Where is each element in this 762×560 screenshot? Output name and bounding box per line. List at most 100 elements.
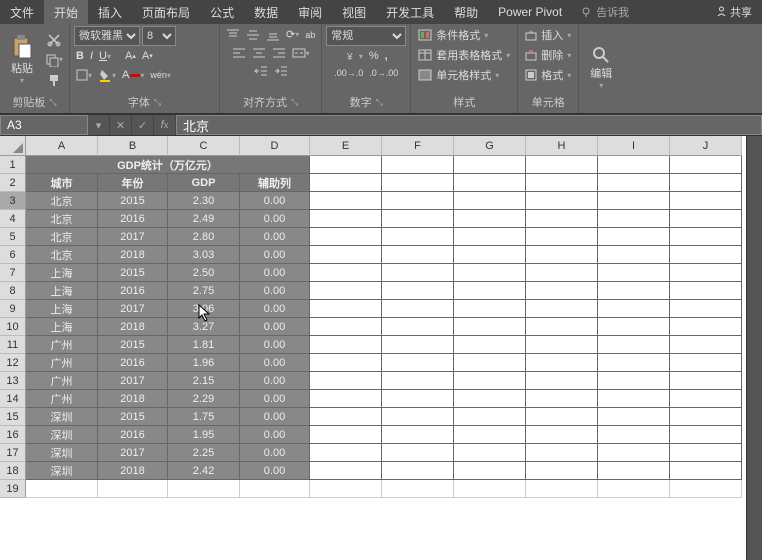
cell[interactable] [526, 444, 598, 462]
cell[interactable] [382, 282, 454, 300]
cell[interactable]: 1.75 [168, 408, 240, 426]
cell[interactable] [670, 300, 742, 318]
row-header-15[interactable]: 15 [0, 408, 26, 426]
cell[interactable] [454, 444, 526, 462]
cell[interactable] [310, 426, 382, 444]
cell[interactable] [670, 228, 742, 246]
row-header-16[interactable]: 16 [0, 426, 26, 444]
cell[interactable] [382, 390, 454, 408]
cell[interactable] [598, 174, 670, 192]
cell[interactable] [310, 156, 382, 174]
cell[interactable] [598, 354, 670, 372]
cell[interactable]: 2016 [98, 426, 168, 444]
cell[interactable]: 年份 [98, 174, 168, 192]
row-header-5[interactable]: 5 [0, 228, 26, 246]
row-header-10[interactable]: 10 [0, 318, 26, 336]
cell[interactable] [670, 354, 742, 372]
format-cells-button[interactable]: 格式▾ [522, 66, 574, 84]
col-header-D[interactable]: D [240, 136, 310, 156]
cell[interactable]: 0.00 [240, 264, 310, 282]
cell[interactable]: 0.00 [240, 390, 310, 408]
cell[interactable] [454, 300, 526, 318]
cell[interactable]: 北京 [26, 246, 98, 264]
cell[interactable] [310, 192, 382, 210]
align-left-button[interactable] [230, 45, 248, 61]
formula-input[interactable]: 北京 [176, 115, 762, 135]
cell[interactable] [526, 408, 598, 426]
cell[interactable] [526, 228, 598, 246]
cell[interactable] [382, 480, 454, 498]
cell[interactable] [670, 282, 742, 300]
cell[interactable]: 0.00 [240, 372, 310, 390]
copy-button[interactable]: ▾ [43, 51, 65, 69]
cell[interactable]: 2.42 [168, 462, 240, 480]
cell[interactable] [382, 300, 454, 318]
cell[interactable]: 北京 [26, 228, 98, 246]
cell[interactable] [526, 336, 598, 354]
row-header-18[interactable]: 18 [0, 462, 26, 480]
cell[interactable] [598, 282, 670, 300]
cell[interactable] [670, 480, 742, 498]
cell[interactable]: 0.00 [240, 462, 310, 480]
row-header-6[interactable]: 6 [0, 246, 26, 264]
cell[interactable] [526, 246, 598, 264]
cell[interactable] [310, 336, 382, 354]
cell[interactable] [670, 174, 742, 192]
tab-审阅[interactable]: 审阅 [288, 0, 332, 25]
cell[interactable] [454, 426, 526, 444]
tab-数据[interactable]: 数据 [244, 0, 288, 25]
cell[interactable] [240, 480, 310, 498]
cells-grid[interactable]: GDP统计（万亿元）城市年份GDP辅助列北京20152.300.00北京2016… [26, 156, 742, 498]
align-right-button[interactable] [270, 45, 288, 61]
cell[interactable] [598, 408, 670, 426]
cell[interactable] [454, 336, 526, 354]
cell[interactable]: 0.00 [240, 318, 310, 336]
cell-styles-button[interactable]: 单元格样式▾ [415, 66, 502, 84]
cell[interactable] [382, 372, 454, 390]
cell[interactable] [454, 192, 526, 210]
row-header-9[interactable]: 9 [0, 300, 26, 318]
row-header-1[interactable]: 1 [0, 156, 26, 174]
cell[interactable]: 0.00 [240, 444, 310, 462]
cell[interactable]: 0.00 [240, 354, 310, 372]
cell[interactable] [310, 228, 382, 246]
format-as-table-button[interactable]: 套用表格格式▾ [415, 46, 513, 64]
cell[interactable] [454, 228, 526, 246]
cell[interactable]: 城市 [26, 174, 98, 192]
cell[interactable]: 2015 [98, 192, 168, 210]
cell[interactable]: 上海 [26, 318, 98, 336]
fx-button[interactable]: fx [154, 115, 176, 135]
col-header-E[interactable]: E [310, 136, 382, 156]
cell[interactable] [310, 264, 382, 282]
phonetic-button[interactable]: wén▾ [148, 68, 173, 82]
cell[interactable] [454, 246, 526, 264]
cell[interactable]: 2017 [98, 300, 168, 318]
cell[interactable] [526, 318, 598, 336]
cell[interactable]: 2.29 [168, 390, 240, 408]
cell[interactable]: 0.00 [240, 408, 310, 426]
cell[interactable] [526, 426, 598, 444]
cell[interactable] [670, 390, 742, 408]
cell[interactable] [598, 390, 670, 408]
cell[interactable]: 2.30 [168, 192, 240, 210]
cell[interactable]: 上海 [26, 282, 98, 300]
cell[interactable]: 2018 [98, 462, 168, 480]
tab-公式[interactable]: 公式 [200, 0, 244, 25]
cell[interactable] [598, 156, 670, 174]
increase-decimal-button[interactable]: .00→.0 [332, 66, 365, 80]
cell[interactable]: 辅助列 [240, 174, 310, 192]
cell[interactable] [670, 426, 742, 444]
cell[interactable]: GDP [168, 174, 240, 192]
font-color-button[interactable]: A▾ [120, 67, 146, 83]
cell[interactable]: 2016 [98, 282, 168, 300]
underline-button[interactable]: U▾ [97, 48, 113, 64]
cell[interactable] [310, 390, 382, 408]
cell[interactable]: 0.00 [240, 426, 310, 444]
cell[interactable]: 上海 [26, 264, 98, 282]
cell[interactable]: 0.00 [240, 210, 310, 228]
row-header-17[interactable]: 17 [0, 444, 26, 462]
cell[interactable] [454, 318, 526, 336]
cell[interactable]: 2.75 [168, 282, 240, 300]
row-header-14[interactable]: 14 [0, 390, 26, 408]
cell[interactable] [310, 354, 382, 372]
